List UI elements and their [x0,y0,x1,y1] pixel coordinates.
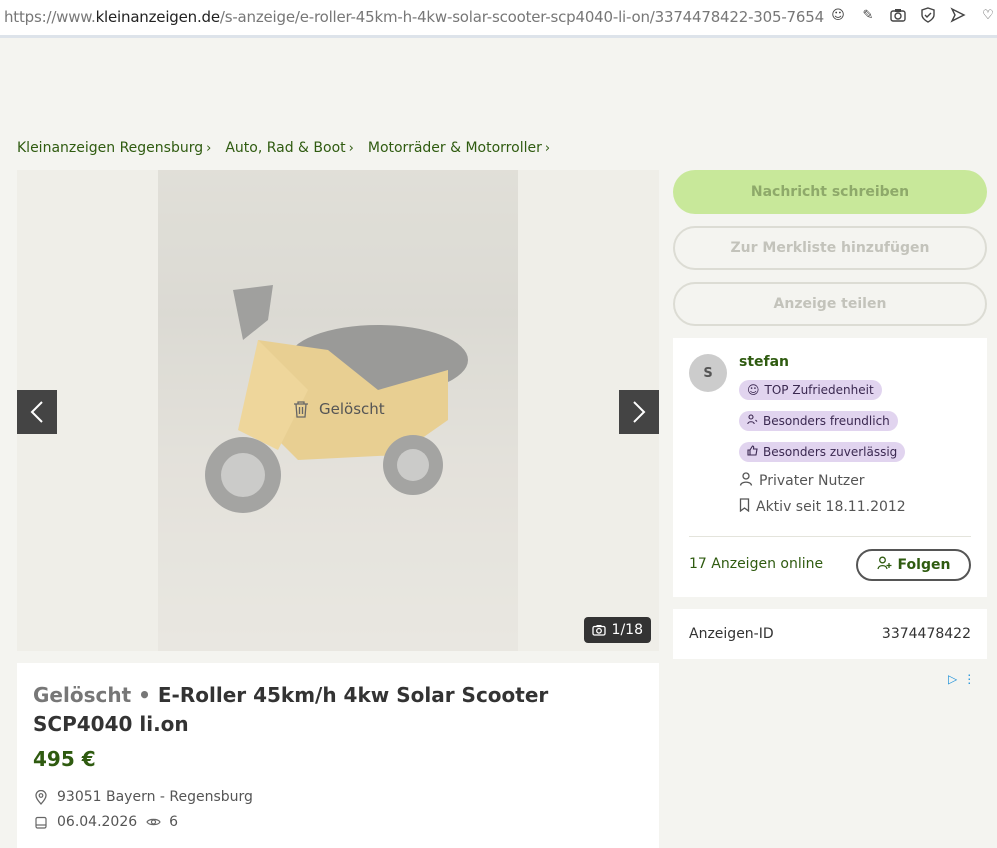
seller-name[interactable]: stefan [739,354,789,370]
smiley-icon: ☺ [747,383,760,397]
active-since-text: Aktiv seit 18.11.2012 [756,499,906,515]
smiley-icon[interactable]: ☺ [829,6,847,24]
listing-status: Gelöscht [33,683,132,707]
edit-icon[interactable]: ✎ [859,6,877,24]
breadcrumb-item-motorraeder[interactable]: Motorräder & Motorroller › [368,140,550,156]
breadcrumb-item-auto-rad-boot[interactable]: Auto, Rad & Boot › [225,140,354,156]
title-separator: • [138,683,151,707]
thumbs-up-icon [747,445,758,459]
seller-type: Privater Nutzer [739,472,865,490]
breadcrumb-label: Kleinanzeigen Regensburg [17,140,204,156]
badge-friendly: Besonders freundlich [739,411,898,431]
heart-icon[interactable]: ♡ [979,6,997,24]
more-options-icon[interactable]: ⋮ [963,672,975,686]
listing-details: Gelöscht • E-Roller 45km/h 4kw Solar Sco… [17,663,659,848]
views-count: 6 [169,814,179,830]
listing-title: Gelöscht • E-Roller 45km/h 4kw Solar Sco… [33,681,633,739]
seller-type-text: Privater Nutzer [759,473,865,489]
badge-label: Besonders freundlich [763,414,890,428]
breadcrumb-item-regensburg[interactable]: Kleinanzeigen Regensburg › [17,140,211,156]
chevron-right-icon [633,401,646,423]
breadcrumb-label: Auto, Rad & Boot [225,140,346,156]
url-text[interactable]: https://www.kleinanzeigen.de/s-anzeige/e… [4,8,824,26]
chevron-right-icon: › [544,140,551,156]
chevron-right-icon: › [348,140,354,156]
listing-date-views: 06.04.2026 6 [33,814,178,830]
user-icon [739,472,753,490]
url-host: kleinanzeigen.de [95,8,221,26]
shield-icon[interactable] [919,6,937,24]
share-listing-button[interactable]: Anzeige teilen [673,282,987,326]
bookmark-icon [739,498,750,516]
listing-location: 93051 Bayern - Regensburg [33,789,253,805]
camera-icon[interactable] [889,6,907,24]
person-add-icon [876,556,892,574]
send-icon[interactable] [949,6,967,24]
ads-online-link[interactable]: 17 Anzeigen online [689,556,823,572]
gallery-prev-button[interactable] [17,390,57,434]
follow-label: Folgen [897,557,951,573]
divider [689,536,971,537]
location-text: 93051 Bayern - Regensburg [57,789,253,805]
eye-icon [145,814,161,830]
badge-top-satisfaction: ☺ TOP Zufriedenheit [739,380,882,400]
listing-price: 495 € [33,747,96,771]
ad-choices[interactable]: ▷ ⋮ [948,672,975,686]
ad-id-value: 3374478422 [881,626,971,642]
badge-label: Besonders zuverlässig [763,445,898,459]
ad-id-label: Anzeigen-ID [689,626,774,642]
url-path: /s-anzeige/e-roller-45km-h-4kw-solar-sco… [219,8,824,26]
chevron-left-icon [30,401,43,423]
url-prefix: https://www. [4,8,96,26]
person-heart-icon [747,414,758,428]
deleted-label: Gelöscht [319,400,385,418]
date-text: 06.04.2026 [57,814,138,830]
deleted-overlay: Gelöscht [293,400,385,418]
image-gallery[interactable]: Gelöscht 1/18 [17,170,659,651]
location-pin-icon [33,789,49,805]
breadcrumb: Kleinanzeigen Regensburg › Auto, Rad & Bo… [17,140,550,156]
badge-reliable: Besonders zuverlässig [739,442,906,462]
image-counter: 1/18 [583,617,651,643]
seller-active-since: Aktiv seit 18.11.2012 [739,498,906,516]
browser-address-bar[interactable]: https://www.kleinanzeigen.de/s-anzeige/e… [0,0,997,38]
breadcrumb-label: Motorräder & Motorroller [367,140,542,156]
gallery-next-button[interactable] [619,390,659,434]
badge-label: TOP Zufriedenheit [764,383,874,397]
chevron-right-icon: › [206,140,212,156]
camera-icon [591,625,606,636]
add-to-watchlist-button[interactable]: Zur Merkliste hinzufügen [673,226,987,270]
adchoices-icon[interactable]: ▷ [948,672,957,686]
send-message-button[interactable]: Nachricht schreiben [673,170,987,214]
ad-id-card: Anzeigen-ID 3374478422 [673,609,987,659]
calendar-icon [33,814,49,830]
image-counter-text: 1/18 [611,622,643,638]
seller-card: S stefan ☺ TOP Zufriedenheit Besonders f… [673,338,987,597]
trash-icon [294,401,308,418]
follow-button[interactable]: Folgen [856,549,971,581]
avatar[interactable]: S [689,354,727,392]
